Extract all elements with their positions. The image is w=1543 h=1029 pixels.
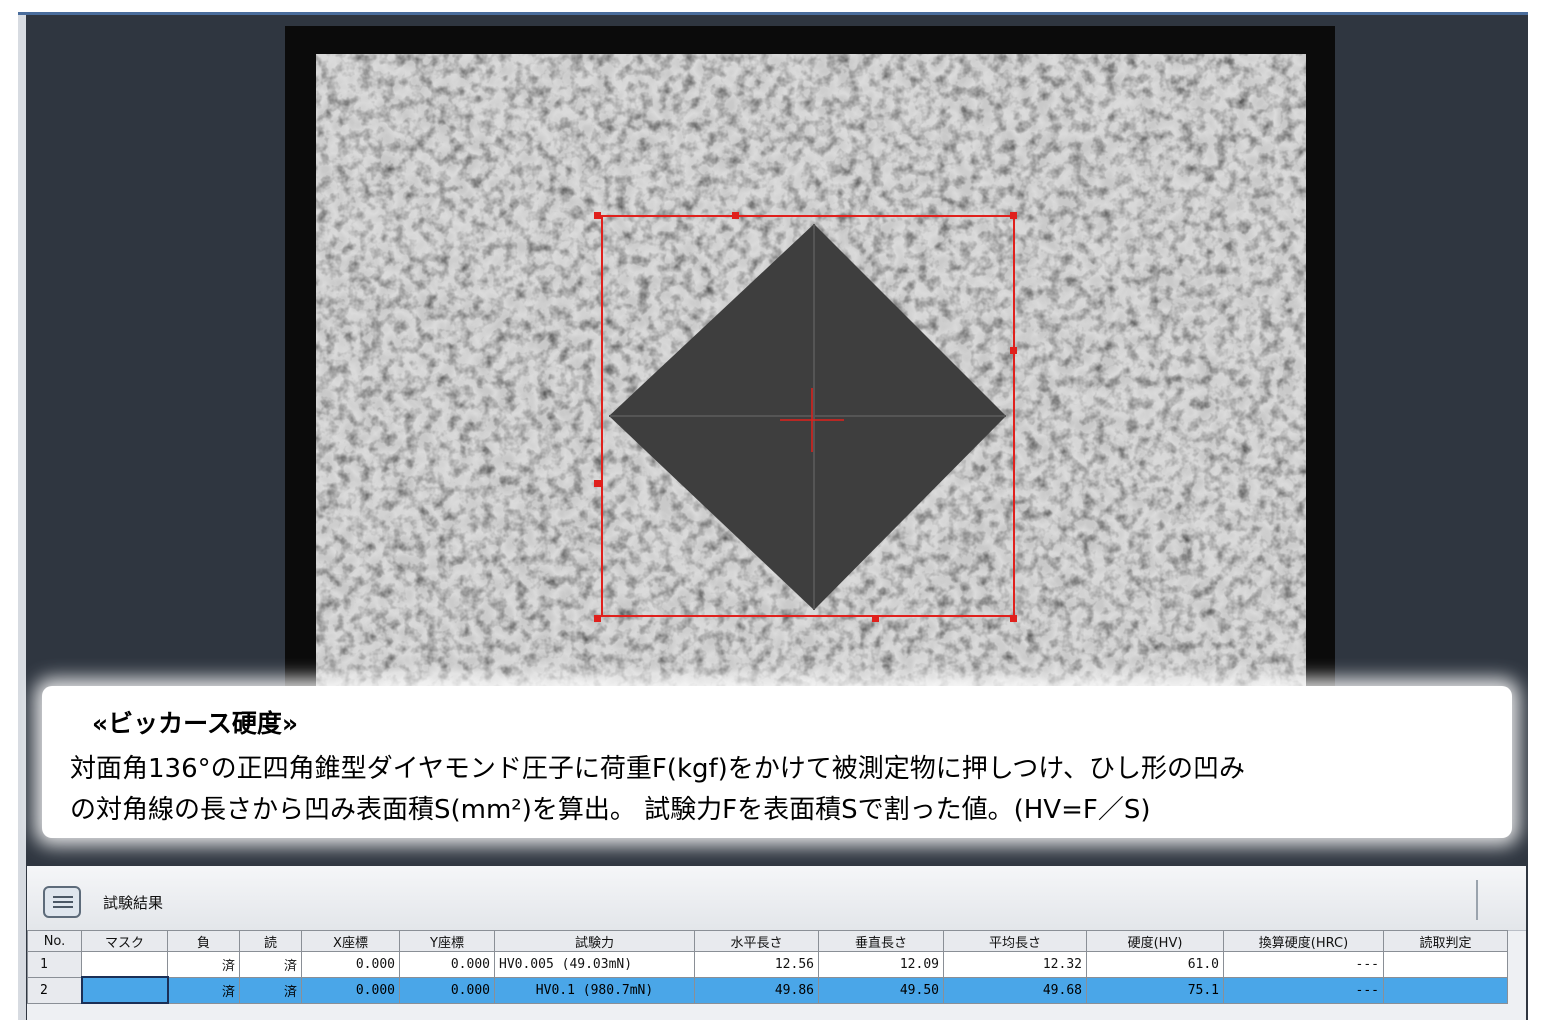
cell-converted-hrc: --- — [1223, 976, 1384, 1004]
column-header-read[interactable]: 読 — [239, 930, 302, 952]
cell-vertical-length: 49.50 — [818, 976, 944, 1004]
header-separator — [1476, 880, 1478, 920]
column-header-read-judgement[interactable]: 読取判定 — [1383, 930, 1508, 952]
cell-y: 0.000 — [399, 951, 495, 978]
table-row-selected[interactable]: 2 済 済 0.000 0.000 HV0.1 (980.7mN) 49.86 … — [27, 976, 1508, 1004]
cell-hardness-hv: 61.0 — [1086, 951, 1224, 978]
micrograph-svg — [316, 54, 1306, 694]
cell-y: 0.000 — [399, 976, 495, 1004]
cell-test-force: HV0.1 (980.7mN) — [494, 976, 695, 1004]
frame-handle-left[interactable] — [594, 480, 601, 487]
results-panel-header: 試験結果 — [27, 866, 1526, 931]
description-line-2: の対角線の長さから凹み表面積S(mm²)を算出。 試験力Fを表面積Sで割った値。… — [70, 795, 1151, 825]
cell-hardness-hv: 75.1 — [1086, 976, 1224, 1004]
table-row[interactable]: 1 済 済 0.000 0.000 HV0.005 (49.03mN) 12.5… — [27, 951, 1508, 978]
results-panel: 試験結果 No. マスク 負 読 X座標 Y座標 試験力 水平長さ 垂直長さ 平… — [27, 866, 1526, 1020]
column-header-hardness-hv[interactable]: 硬度(HV) — [1086, 930, 1224, 952]
frame-handle-top-right[interactable] — [1010, 212, 1017, 219]
column-header-mask[interactable]: マスク — [81, 930, 168, 952]
column-header-no[interactable]: No. — [27, 930, 82, 952]
cell-converted-hrc: --- — [1223, 951, 1384, 978]
table-header-row: No. マスク 負 読 X座標 Y座標 試験力 水平長さ 垂直長さ 平均長さ 硬… — [27, 930, 1508, 952]
column-header-load[interactable]: 負 — [167, 930, 240, 952]
column-header-average-length[interactable]: 平均長さ — [943, 930, 1087, 952]
cell-mask[interactable] — [80, 976, 169, 1004]
cell-read: 済 — [239, 951, 302, 978]
list-folder-icon[interactable] — [43, 886, 81, 918]
column-header-vertical-length[interactable]: 垂直長さ — [818, 930, 944, 952]
column-header-test-force[interactable]: 試験力 — [494, 930, 695, 952]
frame-handle-top[interactable] — [732, 212, 739, 219]
cell-average-length: 12.32 — [943, 951, 1087, 978]
results-table: No. マスク 負 読 X座標 Y座標 試験力 水平長さ 垂直長さ 平均長さ 硬… — [27, 930, 1508, 1004]
cell-read-judgement — [1383, 951, 1508, 978]
cell-test-force: HV0.005 (49.03mN) — [494, 951, 695, 978]
frame-handle-bottom[interactable] — [872, 615, 879, 622]
column-header-converted-hrc[interactable]: 換算硬度(HRC) — [1223, 930, 1384, 952]
results-title: 試験結果 — [103, 894, 164, 912]
cell-load: 済 — [167, 951, 240, 978]
frame-handle-top-left[interactable] — [594, 212, 601, 219]
micrograph-image[interactable] — [316, 54, 1306, 694]
cell-average-length: 49.68 — [943, 976, 1087, 1004]
left-edge-bar — [18, 15, 26, 1020]
cell-read: 済 — [239, 976, 302, 1004]
column-header-x[interactable]: X座標 — [301, 930, 400, 952]
cell-no: 2 — [27, 976, 82, 1004]
cell-no: 1 — [27, 951, 82, 978]
frame-handle-bottom-left[interactable] — [594, 615, 601, 622]
cell-read-judgement — [1383, 976, 1508, 1004]
frame-handle-bottom-right[interactable] — [1010, 615, 1017, 622]
description-line-1: 対面角136°の正四角錐型ダイヤモンド圧子に荷重F(kgf)をかけて被測定物に押… — [70, 754, 1245, 784]
cell-load: 済 — [167, 976, 240, 1004]
column-header-y[interactable]: Y座標 — [399, 930, 495, 952]
frame-handle-right[interactable] — [1010, 347, 1017, 354]
cell-x: 0.000 — [301, 951, 400, 978]
cell-vertical-length: 12.09 — [818, 951, 944, 978]
description-title: «ビッカース硬度» — [92, 709, 299, 738]
cell-x: 0.000 — [301, 976, 400, 1004]
column-header-horizontal-length[interactable]: 水平長さ — [694, 930, 819, 952]
cell-horizontal-length: 12.56 — [694, 951, 819, 978]
description-box: «ビッカース硬度» 対面角136°の正四角錐型ダイヤモンド圧子に荷重F(kgf)… — [42, 686, 1512, 838]
cell-horizontal-length: 49.86 — [694, 976, 819, 1004]
cell-mask[interactable] — [81, 951, 168, 978]
